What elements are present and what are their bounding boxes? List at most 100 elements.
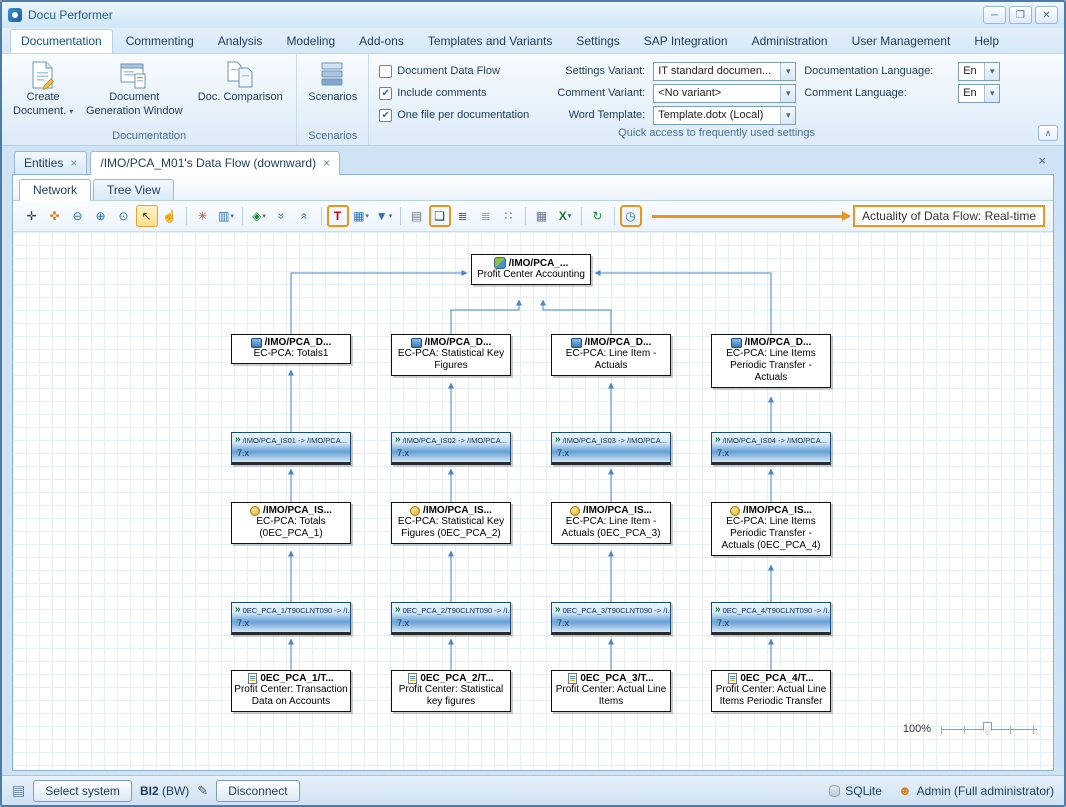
diagram-toolbar: ✛✜⊖⊕⊙↖☝✳▥▾◈▾»«T▦▾▼▾▤❏≣≣∷▦X▾↻◷ Actuality … — [13, 201, 1053, 232]
transformation-node[interactable]: 0EC_PCA_4/T90CLNT090 -> /I... 7.x — [711, 602, 831, 635]
tab-add-ons[interactable]: Add-ons — [348, 29, 415, 53]
navigate-icon[interactable]: ◈▾ — [248, 205, 270, 227]
documentation-language-select[interactable]: En — [958, 62, 1000, 81]
tab-administration[interactable]: Administration — [741, 29, 839, 53]
create-document-button[interactable]: Create Document. ▾ — [8, 57, 78, 121]
transformation-node[interactable]: 0EC_PCA_2/T90CLNT090 -> /I... 7.x — [391, 602, 511, 635]
checkbox-document-data-flow[interactable]: Document Data Flow — [379, 65, 539, 78]
scenarios-button[interactable]: Scenarios — [303, 57, 362, 107]
actuality-label: Actuality of Data Flow: Real-time — [853, 205, 1045, 227]
datasource-node[interactable]: 0EC_PCA_4/T... Profit Center: Actual Lin… — [711, 670, 831, 712]
pan-tool-icon[interactable]: ☝ — [159, 205, 181, 227]
word-template-select[interactable]: Template.dotx (Local) — [653, 106, 796, 125]
zoom-area-icon[interactable]: ✜ — [44, 205, 66, 227]
table-view-icon[interactable]: ▦▾ — [350, 205, 372, 227]
tab-data-flow[interactable]: /IMO/PCA_M01's Data Flow (downward) × — [90, 151, 340, 175]
diagram-canvas[interactable]: /IMO/PCA_... Profit Center Accounting /I… — [13, 232, 1053, 770]
collapse-ribbon-button[interactable]: ∧ — [1038, 125, 1058, 141]
close-button[interactable]: ✕ — [1035, 6, 1058, 24]
datasource-node[interactable]: 0EC_PCA_1/T... Profit Center: Transactio… — [231, 670, 351, 712]
database-indicator[interactable]: SQLite — [829, 784, 882, 798]
group-label-documentation: Documentation — [2, 129, 296, 145]
ribbon-tab-bar: DocumentationCommentingAnalysisModelingA… — [2, 28, 1064, 54]
layout-tree-icon[interactable]: ▥▾ — [215, 205, 237, 227]
infosource-node[interactable]: /IMO/PCA_IS... EC-PCA: Totals (0EC_PCA_1… — [231, 502, 351, 544]
zoom-in-icon[interactable]: ⊕ — [90, 205, 112, 227]
tab-templates-and-variants[interactable]: Templates and Variants — [417, 29, 564, 53]
text-tool-icon[interactable]: T — [327, 205, 349, 227]
tab-tree-view[interactable]: Tree View — [93, 179, 174, 200]
tab-commenting[interactable]: Commenting — [115, 29, 205, 53]
tab-user-management[interactable]: User Management — [841, 29, 962, 53]
chevron-down-icon[interactable] — [780, 85, 795, 102]
chevron-down-icon[interactable] — [780, 107, 795, 124]
tab-analysis[interactable]: Analysis — [207, 29, 274, 53]
infosource-node[interactable]: /IMO/PCA_IS... EC-PCA: Line Items Period… — [711, 502, 831, 556]
datastore-node[interactable]: /IMO/PCA_D... EC-PCA: Statistical Key Fi… — [391, 334, 511, 376]
transformation-node[interactable]: 0EC_PCA_1/T90CLNT090 -> /I... 7.x — [231, 602, 351, 635]
print-icon[interactable]: ▤ — [406, 205, 428, 227]
transformation-node[interactable]: /IMO/PCA_IS01 -> /IMO/PCA... 7.x — [231, 432, 351, 465]
tab-help[interactable]: Help — [963, 29, 1010, 53]
refresh-icon[interactable]: ↻ — [587, 205, 609, 227]
chevron-down-icon[interactable] — [984, 85, 999, 102]
checkbox-include-comments[interactable]: ✔ Include comments — [379, 87, 539, 100]
tab-network[interactable]: Network — [19, 179, 91, 201]
mapping-icon — [235, 435, 241, 445]
excel-export-icon[interactable]: X▾ — [554, 205, 576, 227]
filter-icon[interactable]: ▼▾ — [373, 205, 395, 227]
fit-view-icon[interactable]: ✛ — [21, 205, 43, 227]
comment-language-select[interactable]: En — [958, 84, 1000, 103]
user-indicator[interactable]: Admin (Full administrator) — [898, 783, 1054, 798]
tab-entities[interactable]: Entities × — [14, 151, 87, 174]
datastore-node[interactable]: /IMO/PCA_D... EC-PCA: Line Items Periodi… — [711, 334, 831, 388]
select-tool-icon[interactable]: ↖ — [136, 205, 158, 227]
transformation-node[interactable]: /IMO/PCA_IS03 -> /IMO/PCA... 7.x — [551, 432, 671, 465]
disconnect-button[interactable]: Disconnect — [216, 780, 299, 802]
collapse-levels-icon[interactable]: » — [271, 205, 293, 227]
mapping-icon — [715, 605, 721, 615]
infosource-node[interactable]: /IMO/PCA_IS... EC-PCA: Statistical Key F… — [391, 502, 511, 544]
related-objects-icon[interactable]: ∷ — [498, 205, 520, 227]
export-document-icon[interactable]: ❏ — [429, 205, 451, 227]
expand-levels-icon[interactable]: « — [294, 205, 316, 227]
tab-settings[interactable]: Settings — [565, 29, 630, 53]
edit-connection-icon[interactable] — [197, 783, 208, 799]
close-icon[interactable]: × — [323, 158, 330, 168]
zoom-100-icon[interactable]: ⊙ — [113, 205, 135, 227]
transformation-node[interactable]: 0EC_PCA_3/T90CLNT090 -> /I... 7.x — [551, 602, 671, 635]
settings-variant-select[interactable]: IT standard documen... — [653, 62, 796, 81]
diagram-column: /IMO/PCA_D... EC-PCA: Line Items Periodi… — [711, 232, 831, 770]
tab-sap-integration[interactable]: SAP Integration — [633, 29, 739, 53]
layout-radial-icon[interactable]: ✳ — [192, 205, 214, 227]
comment-variant-select[interactable]: <No variant> — [653, 84, 796, 103]
close-document-icon[interactable]: × — [1032, 151, 1052, 170]
mapping-icon — [395, 435, 401, 445]
datastore-node[interactable]: /IMO/PCA_D... EC-PCA: Totals1 — [231, 334, 351, 364]
transformation-node[interactable]: /IMO/PCA_IS04 -> /IMO/PCA... 7.x — [711, 432, 831, 465]
layers-icon[interactable]: ≣ — [475, 205, 497, 227]
infosource-node[interactable]: /IMO/PCA_IS... EC-PCA: Line Item - Actua… — [551, 502, 671, 544]
doc-comparison-button[interactable]: Doc. Comparison — [190, 57, 290, 107]
zoom-slider-thumb[interactable] — [983, 722, 992, 735]
zoom-slider[interactable] — [941, 722, 1037, 735]
tab-modeling[interactable]: Modeling — [275, 29, 346, 53]
chevron-down-icon[interactable] — [780, 63, 795, 80]
dso-icon — [411, 338, 422, 348]
transformation-node[interactable]: /IMO/PCA_IS02 -> /IMO/PCA... 7.x — [391, 432, 511, 465]
checkbox-one-file-per-documentation[interactable]: ✔ One file per documentation — [379, 109, 539, 122]
datasource-node[interactable]: 0EC_PCA_2/T... Profit Center: Statistica… — [391, 670, 511, 712]
datasource-node[interactable]: 0EC_PCA_3/T... Profit Center: Actual Lin… — [551, 670, 671, 712]
chevron-down-icon[interactable] — [984, 63, 999, 80]
minimize-button[interactable]: ─ — [983, 6, 1006, 24]
document-generation-window-button[interactable]: Document Generation Window — [78, 57, 190, 121]
data-grid-icon[interactable]: ▦ — [531, 205, 553, 227]
datastore-node[interactable]: /IMO/PCA_D... EC-PCA: Line Item - Actual… — [551, 334, 671, 376]
maximize-button[interactable]: ❐ — [1009, 6, 1032, 24]
actuality-clock-icon[interactable]: ◷ — [620, 205, 642, 227]
select-system-button[interactable]: Select system — [33, 780, 132, 802]
close-icon[interactable]: × — [70, 158, 77, 168]
tab-documentation[interactable]: Documentation — [10, 29, 113, 53]
zoom-out-icon[interactable]: ⊖ — [67, 205, 89, 227]
publish-icon[interactable]: ≣ — [452, 205, 474, 227]
